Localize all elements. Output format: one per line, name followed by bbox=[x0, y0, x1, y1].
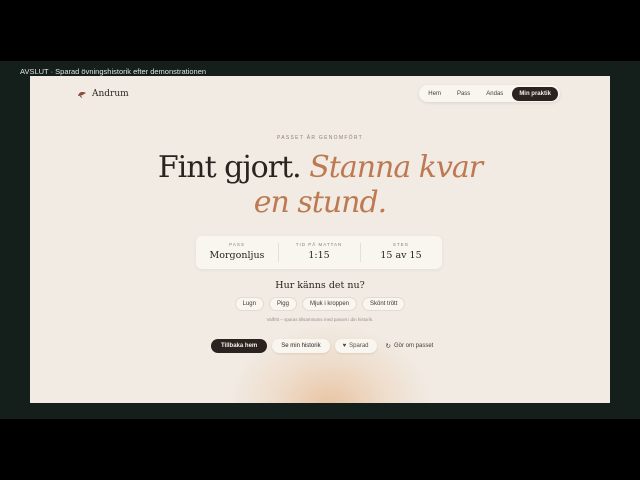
mood-question: Hur känns det nu? bbox=[275, 280, 365, 291]
saved-button[interactable]: ♥ Sparad bbox=[334, 339, 377, 353]
stat-value: 1:15 bbox=[308, 250, 330, 261]
mood-note: Valfritt – sparas tillsammans med passet… bbox=[266, 317, 374, 322]
stat-pass: PASS Morgonljus bbox=[196, 236, 278, 269]
heart-icon: ♥ bbox=[342, 343, 347, 349]
view-history-button[interactable]: Se min historik bbox=[272, 339, 330, 353]
back-home-button[interactable]: Tillbaka hem bbox=[211, 339, 268, 353]
brand-logo[interactable]: Andrum bbox=[77, 89, 129, 99]
nav-hem[interactable]: Hem bbox=[421, 87, 448, 101]
presentation-frame: AVSLUT · Sparad övningshistorik efter de… bbox=[0, 61, 640, 419]
nav-andas[interactable]: Andas bbox=[479, 87, 510, 101]
stat-label: TID PÅ MATTAN bbox=[295, 242, 343, 247]
decorative-glow bbox=[230, 326, 430, 403]
nav-min-praktik[interactable]: Min praktik bbox=[512, 86, 558, 101]
page-headline: Fint gjort. Stanna kvar en stund. bbox=[30, 150, 610, 220]
top-navigation: Hem Pass Andas Min praktik bbox=[419, 85, 560, 102]
session-summary-card: PASS Morgonljus TID PÅ MATTAN 1:15 STEG … bbox=[196, 236, 442, 269]
action-row: Tillbaka hem Se min historik ♥ Sparad ↻ … bbox=[211, 339, 437, 353]
completion-eyebrow: PASSET ÄR GENOMFÖRT bbox=[276, 135, 364, 141]
headline-part-3: en stund. bbox=[253, 185, 387, 220]
app-page: Andrum Hem Pass Andas Min praktik PASSET… bbox=[30, 76, 610, 403]
leaf-bird-icon bbox=[78, 92, 86, 98]
mood-chip-mjuk-i-kroppen[interactable]: Mjuk i kroppen bbox=[301, 297, 358, 311]
stat-time: TID PÅ MATTAN 1:15 bbox=[278, 236, 360, 269]
repeat-icon: ↻ bbox=[385, 343, 391, 350]
repeat-label: Gör om passet bbox=[393, 343, 434, 349]
mood-chip-pigg[interactable]: Pigg bbox=[268, 297, 297, 311]
headline-part-1: Fint gjort. bbox=[157, 150, 302, 185]
brand-name: Andrum bbox=[92, 89, 129, 99]
stat-label: PASS bbox=[229, 242, 245, 247]
stat-value: 15 av 15 bbox=[380, 250, 422, 261]
stat-steps: STEG 15 av 15 bbox=[360, 236, 442, 269]
mood-options: Lugn Pigg Mjuk i kroppen Skönt trött bbox=[30, 297, 610, 311]
mood-chip-skont-trott[interactable]: Skönt trött bbox=[362, 297, 406, 311]
headline-part-2: Stanna kvar bbox=[309, 150, 483, 185]
stat-value: Morgonljus bbox=[209, 250, 265, 261]
repeat-session-button[interactable]: ↻ Gör om passet bbox=[382, 342, 438, 350]
saved-label: Sparad bbox=[349, 343, 369, 349]
nav-pass[interactable]: Pass bbox=[450, 87, 477, 101]
mood-chip-lugn[interactable]: Lugn bbox=[234, 297, 264, 311]
slide-caption: AVSLUT · Sparad övningshistorik efter de… bbox=[20, 67, 207, 76]
stat-label: STEG bbox=[392, 242, 410, 247]
